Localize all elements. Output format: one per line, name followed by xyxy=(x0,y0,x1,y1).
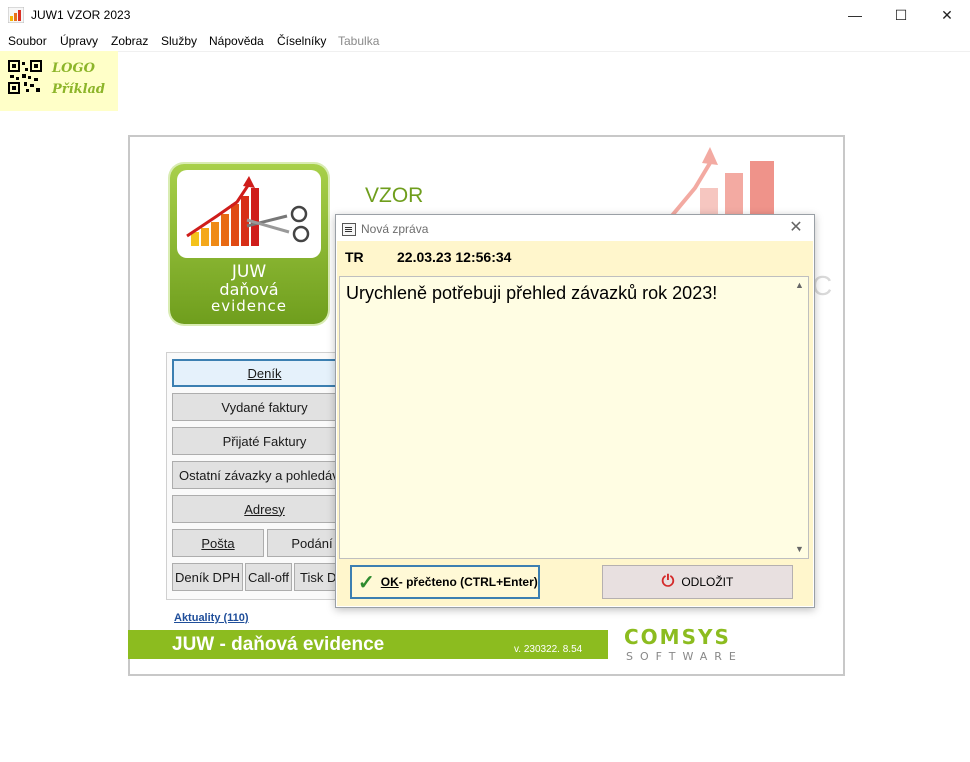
ostatni-zavazky-button[interactable]: Ostatní závazky a pohledávky xyxy=(172,461,357,489)
window-title: JUW1 VZOR 2023 xyxy=(31,8,131,22)
menu-upravy[interactable]: Úpravy xyxy=(60,34,98,48)
close-button[interactable]: ✕ xyxy=(924,0,970,30)
app-icon xyxy=(8,7,24,23)
brand-line1: COMSYS xyxy=(624,626,731,649)
postpone-button[interactable]: ⏻ ODLOŽIT xyxy=(602,565,793,599)
chart-scissors-icon xyxy=(186,176,310,246)
power-icon: ⏻ xyxy=(661,573,675,590)
message-sender: TR xyxy=(345,249,364,265)
footer-title: JUW - daňová evidence xyxy=(172,634,385,655)
decorative-letter: C xyxy=(812,270,833,301)
maximize-icon: ☐ xyxy=(894,6,908,23)
version-label: v. 230322. 8.54 xyxy=(514,644,583,655)
title-bar[interactable]: JUW1 VZOR 2023 — ☐ ✕ xyxy=(0,0,970,30)
denik-button[interactable]: Deník xyxy=(172,359,357,387)
message-icon xyxy=(342,223,356,236)
menu-ciselniky[interactable]: Číselníky xyxy=(277,34,326,48)
menu-tabulka[interactable]: Tabulka xyxy=(338,34,379,48)
app-logo-line3: evidence xyxy=(210,297,287,315)
ok-label-mnemonic: OK xyxy=(380,575,399,589)
ok-label: - přečteno (CTRL+Enter) xyxy=(398,575,538,589)
posta-button[interactable]: Pošta xyxy=(172,529,264,557)
menu-napoveda[interactable]: Nápověda xyxy=(209,34,264,48)
minimize-button[interactable]: — xyxy=(832,0,878,30)
dialog-close-icon[interactable]: ✕ xyxy=(786,218,806,238)
maximize-button[interactable]: ☐ xyxy=(878,0,924,30)
app-logo-line1: JUW xyxy=(231,262,267,282)
scroll-up-icon[interactable]: ▲ xyxy=(791,277,808,294)
client-logo: LOGO Příklad xyxy=(0,51,118,111)
message-timestamp: 22.03.23 12:56:34 xyxy=(397,249,512,265)
menu-bar: Soubor Úpravy Zobraz Služby Nápověda Čís… xyxy=(0,30,970,51)
footer-bar: JUW - daňová evidence v. 230322. 8.54 xyxy=(128,630,608,659)
message-scrollbar[interactable]: ▲ ▼ xyxy=(791,277,808,558)
new-message-dialog: Nová zpráva ✕ TR 22.03.23 12:56:34 Urych… xyxy=(335,214,815,608)
vydane-faktury-button[interactable]: Vydané faktury xyxy=(172,393,357,421)
minimize-icon: — xyxy=(848,7,862,23)
comsys-logo: COMSYS SOFTWARE xyxy=(624,626,743,662)
scroll-down-icon[interactable]: ▼ xyxy=(791,541,808,558)
call-off-button[interactable]: Call-off xyxy=(245,563,292,591)
adresy-button[interactable]: Adresy xyxy=(172,495,357,523)
denik-dph-button[interactable]: Deník DPH xyxy=(172,563,243,591)
message-text-area[interactable]: Urychleně potřebuji přehled závazků rok … xyxy=(339,276,809,559)
postpone-label: ODLOŽIT xyxy=(681,575,734,589)
ok-read-button[interactable]: ✓ OK - přečteno (CTRL+Enter) xyxy=(350,565,540,599)
dialog-body: TR 22.03.23 12:56:34 Urychleně potřebuji… xyxy=(337,241,813,606)
close-icon: ✕ xyxy=(941,6,953,23)
company-name: VZOR xyxy=(365,184,424,207)
app-logo: JUW daňová evidence xyxy=(170,164,328,324)
menu-soubor[interactable]: Soubor xyxy=(8,34,47,48)
qr-code-icon xyxy=(8,60,42,94)
message-text: Urychleně potřebuji přehled závazků rok … xyxy=(346,283,718,303)
app-logo-chart xyxy=(177,170,321,258)
aktuality-link[interactable]: Aktuality (110) xyxy=(174,612,249,624)
logo-text-line2: Příklad xyxy=(52,82,106,97)
decorative-chart-icon xyxy=(670,147,774,218)
checkmark-icon: ✓ xyxy=(358,571,375,594)
prijate-faktury-button[interactable]: Přijaté Faktury xyxy=(172,427,357,455)
logo-text-line1: LOGO xyxy=(52,61,95,76)
menu-sluzby[interactable]: Služby xyxy=(161,34,197,48)
dialog-title-bar[interactable]: Nová zpráva ✕ xyxy=(336,215,814,241)
menu-zobraz[interactable]: Zobraz xyxy=(111,34,148,48)
brand-line2: SOFTWARE xyxy=(626,650,743,662)
dialog-title: Nová zpráva xyxy=(361,222,429,236)
